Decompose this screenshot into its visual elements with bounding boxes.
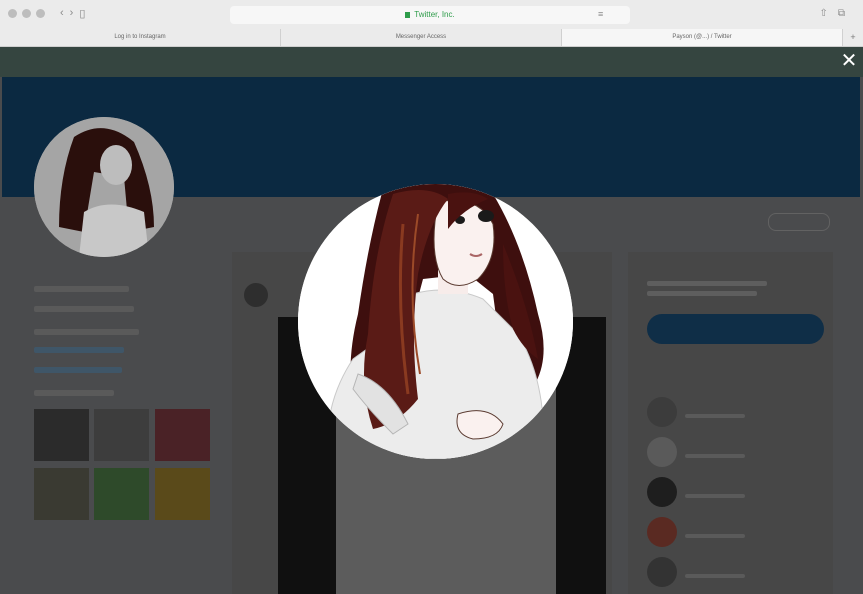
media-thumb[interactable] [94,409,149,461]
reader-icon[interactable]: ≡ [598,9,603,19]
avatar [647,557,677,587]
browser-chrome: ‹ › ▯ Twitter, Inc. ≡ ⇧ ⧉ Log in to Inst… [0,0,863,47]
tabs-overview-icon[interactable]: ⧉ [838,8,845,19]
avatar [647,517,677,547]
suggested-account[interactable] [647,477,832,511]
chevron-left-icon[interactable]: ‹ [60,7,64,20]
signup-button[interactable] [647,314,824,344]
lock-icon [405,11,411,18]
nav-buttons: ‹ › ▯ [60,7,85,20]
suggested-handle [685,574,745,578]
close-icon[interactable]: ✕ [838,50,860,72]
sidebar-icon[interactable]: ▯ [79,7,85,20]
illustrated-girl-icon [298,184,573,459]
close-window-dot[interactable] [8,9,17,18]
tab-instagram[interactable]: Log in to Instagram [0,29,281,46]
zoom-window-dot[interactable] [36,9,45,18]
tab-bar: Log in to Instagram Messenger Access Pay… [0,29,863,46]
follow-button[interactable] [768,213,830,231]
twitter-top-nav [0,47,863,77]
new-tab-icon[interactable]: + [843,29,863,46]
avatar [647,437,677,467]
avatar-figure-icon [34,117,174,257]
tab-messenger[interactable]: Messenger Access [281,29,562,46]
toolbar-right: ⇧ ⧉ [819,8,845,19]
avatar [647,397,677,427]
address-text: Twitter, Inc. [414,10,455,19]
profile-avatar[interactable] [34,117,174,257]
suggested-handle [685,494,745,498]
suggested-handle [685,534,745,538]
enlarged-avatar-image [298,184,573,459]
window-controls[interactable] [8,9,45,18]
suggested-account[interactable] [647,557,832,591]
profile-joined [34,390,114,396]
suggested-handle [685,454,745,458]
media-thumb[interactable] [34,409,89,461]
tweet-avatar[interactable] [244,283,268,307]
media-thumb[interactable] [155,468,210,520]
new-to-twitter-text [647,281,767,286]
media-thumb[interactable] [94,468,149,520]
share-icon[interactable]: ⇧ [819,8,827,19]
tab-twitter[interactable]: Payson (@...) / Twitter [562,29,843,46]
media-thumb[interactable] [155,409,210,461]
suggested-handle [685,414,745,418]
chevron-right-icon[interactable]: › [70,7,74,20]
profile-location [34,329,139,335]
profile-photos-link[interactable] [34,367,122,373]
new-to-twitter-text [647,291,757,296]
suggested-account[interactable] [647,437,832,471]
profile-link[interactable] [34,347,124,353]
media-thumb[interactable] [34,468,89,520]
minimize-window-dot[interactable] [22,9,31,18]
suggested-account[interactable] [647,397,832,431]
avatar [647,477,677,507]
suggested-account[interactable] [647,517,832,551]
profile-handle [34,286,129,292]
address-bar[interactable]: Twitter, Inc. [230,6,630,24]
profile-bio [34,306,134,312]
